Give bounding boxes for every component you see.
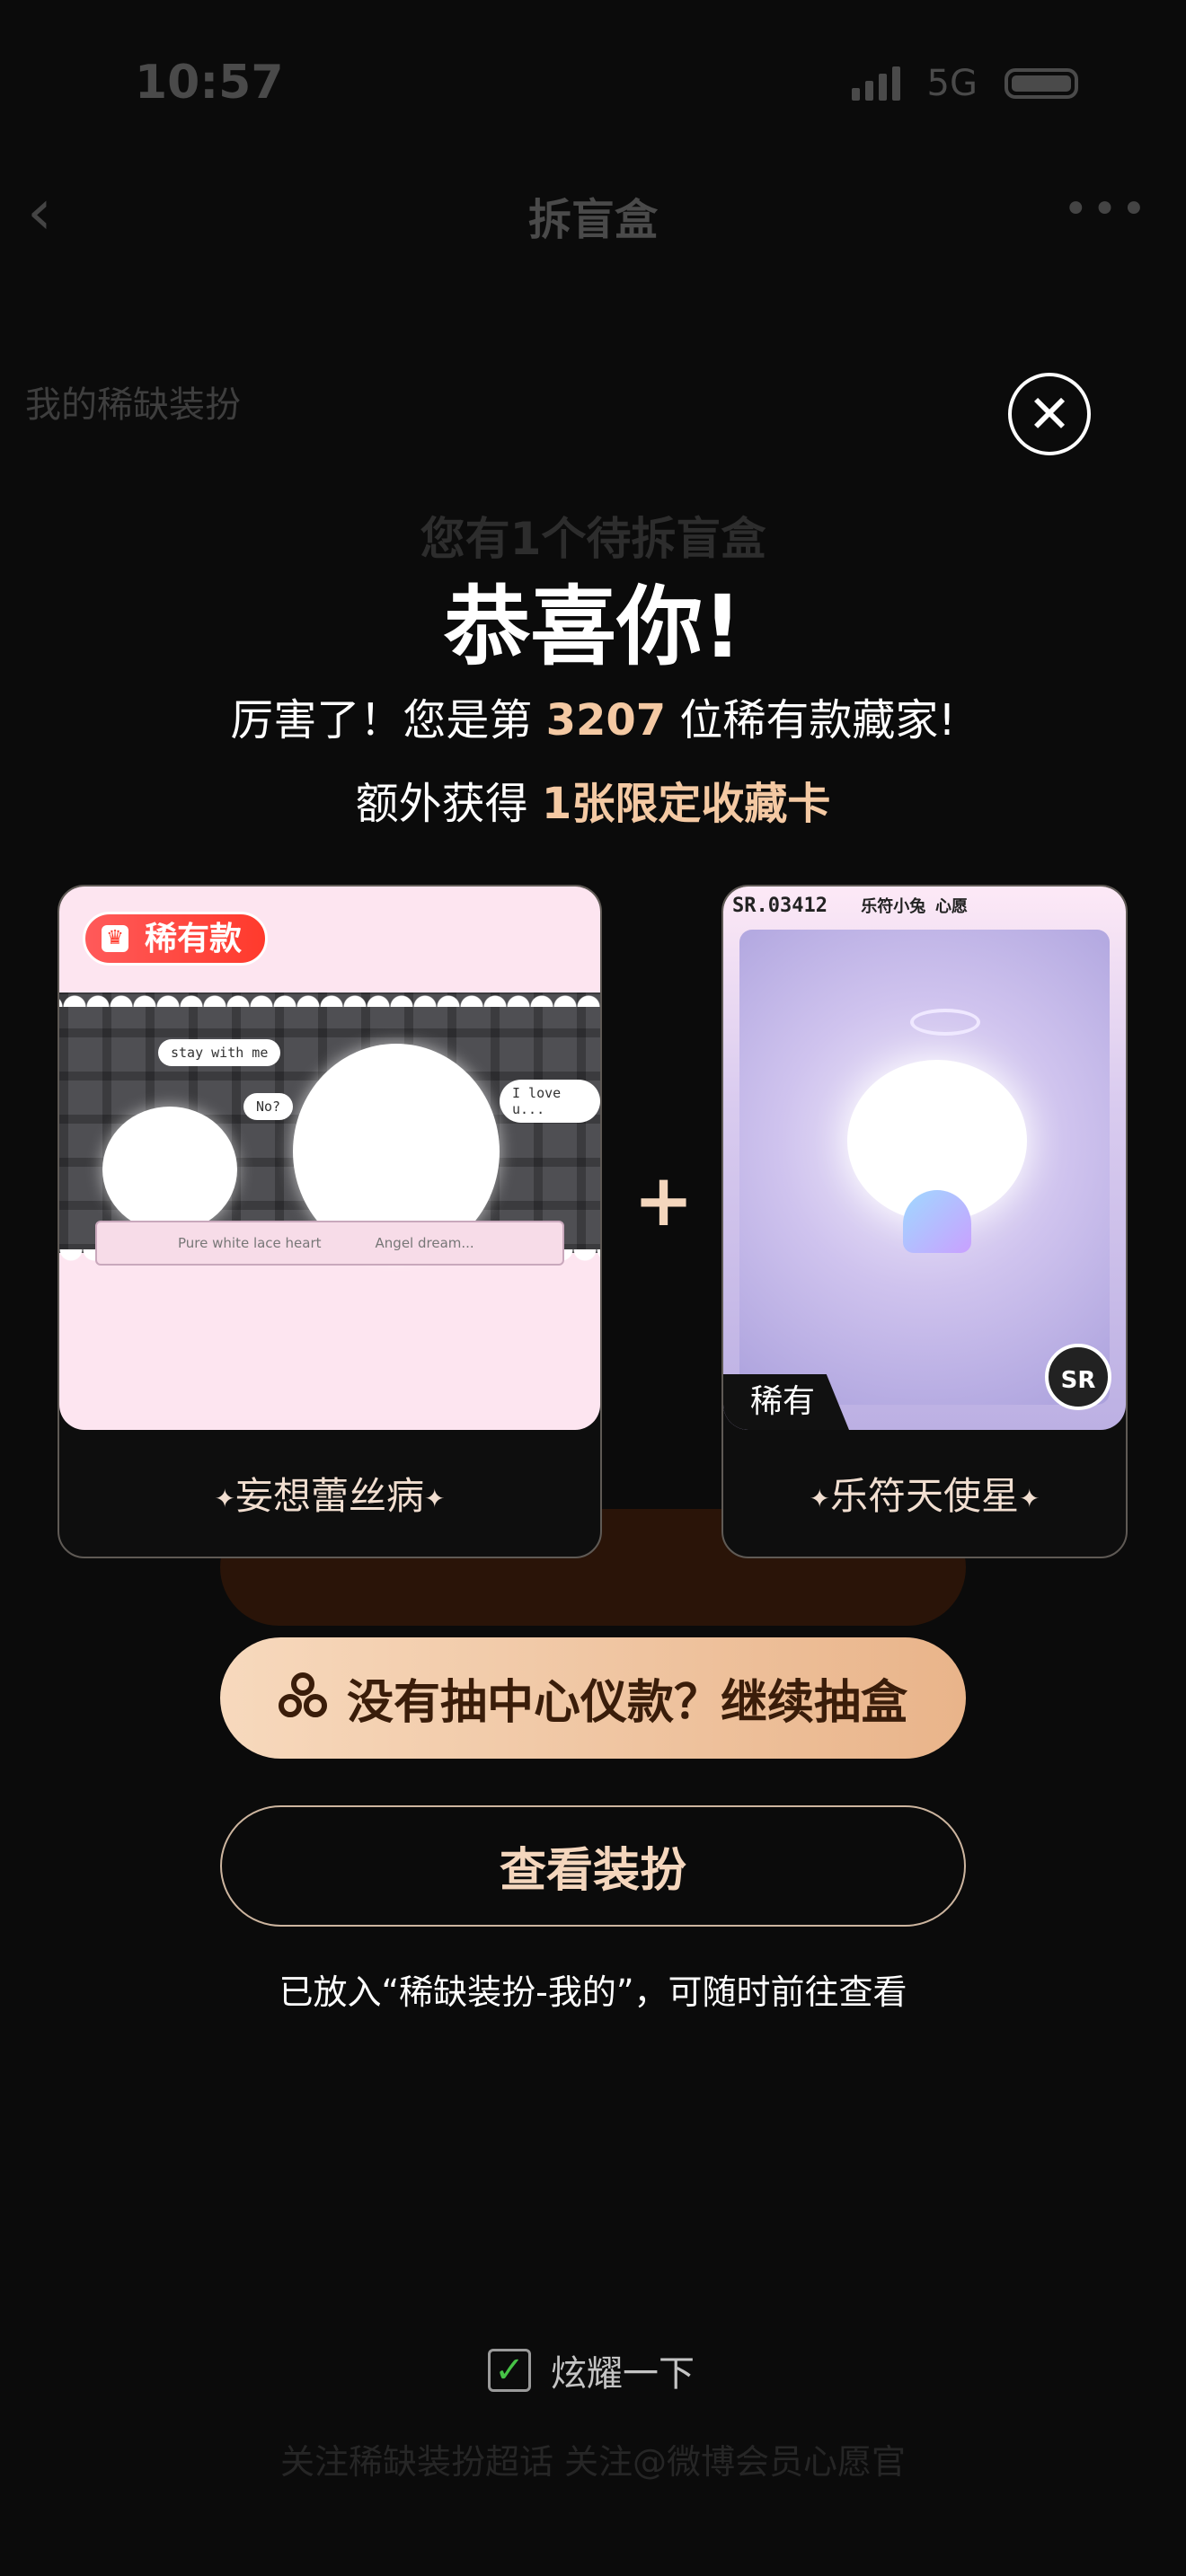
page-title: 拆盲盒 — [527, 195, 658, 245]
share-checkbox[interactable]: ✓ — [488, 2349, 531, 2392]
sparkle-icon: ✦ — [809, 1484, 830, 1513]
collector-number: 3207 — [545, 695, 667, 745]
bonus-line: 额外获得 1张限定收藏卡 — [0, 768, 1186, 831]
collector-line: 厉害了！您是第 3207 位稀有款藏家! — [0, 684, 1186, 747]
close-icon: ✕ — [1027, 384, 1072, 445]
bunny-small — [102, 1107, 237, 1232]
outfit-name-text: 妄想蕾丝病 — [235, 1474, 424, 1518]
collection-card[interactable]: SR.03412 乐符小兔 心愿 SR 稀有 ✦乐符天使星✦ — [721, 885, 1128, 1558]
speech-bubble: No? — [243, 1093, 294, 1120]
draw-again-button[interactable]: 没有抽中心仪款？继续抽盒 — [220, 1637, 966, 1759]
tab-rare-outfits: 我的稀缺装扮 — [25, 384, 241, 426]
status-time: 10:57 — [135, 56, 284, 110]
sparkle-icon: ✦ — [1019, 1484, 1040, 1513]
speech-bubble: stay with me — [158, 1039, 281, 1066]
outfit-card[interactable]: stay with me No? I love u... Pure white … — [58, 885, 602, 1558]
halo-icon — [910, 1009, 980, 1036]
card-series: 乐符小兔 心愿 — [861, 897, 969, 916]
draw-again-label: 没有抽中心仪款？继续抽盒 — [346, 1676, 907, 1730]
heart-icon — [903, 1190, 971, 1253]
rare-badge-label: 稀有款 — [145, 921, 243, 957]
card-code: SR.03412 — [732, 895, 828, 917]
caption-text: Angel dream... — [375, 1235, 474, 1251]
bonus-prefix: 额外获得 — [355, 779, 542, 829]
checkmark-icon: ✓ — [494, 2350, 525, 2391]
congrats-title: 恭喜你! — [444, 577, 742, 677]
crown-icon: ♛ — [102, 925, 128, 952]
outfit-name: ✦妄想蕾丝病✦ — [59, 1466, 600, 1521]
close-button[interactable]: ✕ — [1008, 373, 1091, 455]
share-label: 炫耀一下 — [551, 2353, 695, 2395]
bg-footer-links: 关注稀缺装扮超话 关注@微博会员心愿官 — [279, 2442, 907, 2482]
plus-icon: + — [633, 1159, 695, 1242]
caption-bar: Pure white lace heart Angel dream... — [95, 1221, 564, 1266]
battery-icon — [1005, 68, 1078, 99]
caption-text: Pure white lace heart — [178, 1235, 322, 1251]
status-icons: 5G — [851, 63, 1078, 104]
card-header: SR.03412 乐符小兔 心愿 — [732, 894, 1117, 930]
bonus-highlight: 1张限定收藏卡 — [541, 779, 831, 829]
placement-note: 已放入“稀缺装扮-我的”，可随时前往查看 — [279, 1972, 907, 2012]
rare-badge: ♛ 稀有款 — [83, 912, 269, 966]
outfit-artwork: stay with me No? I love u... Pure white … — [59, 887, 600, 1430]
sparkle-icon: ✦ — [424, 1484, 446, 1513]
collection-card-artwork: SR.03412 乐符小兔 心愿 SR 稀有 — [723, 887, 1126, 1430]
collector-suffix: 位稀有款藏家! — [666, 695, 956, 745]
share-toggle[interactable]: ✓ 炫耀一下 — [488, 2344, 695, 2396]
sr-seal: SR — [1045, 1344, 1111, 1410]
more-icon[interactable]: ••• — [1063, 184, 1150, 234]
signal-icon — [851, 66, 900, 101]
lace-trim — [59, 984, 600, 1007]
dice-icon — [278, 1672, 331, 1725]
view-outfit-button[interactable]: 查看装扮 — [220, 1805, 966, 1927]
collector-prefix: 厉害了！您是第 — [230, 695, 546, 745]
network-label: 5G — [926, 63, 978, 104]
sparkle-icon: ✦ — [214, 1484, 235, 1513]
collection-card-name: ✦乐符天使星✦ — [723, 1466, 1126, 1521]
collection-card-name-text: 乐符天使星 — [829, 1474, 1019, 1518]
speech-bubble: I love u... — [500, 1080, 600, 1123]
card-illustration — [739, 930, 1110, 1405]
